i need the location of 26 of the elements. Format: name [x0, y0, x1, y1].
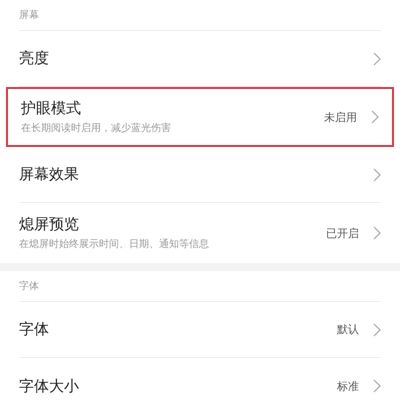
settings-row[interactable]: 屏幕效果 [19, 147, 381, 203]
chevron-icon [373, 52, 381, 66]
row-label: 护眼模式 [21, 99, 82, 118]
row-label: 字体 [19, 320, 50, 339]
row-label: 亮度 [19, 49, 50, 68]
settings-row[interactable]: 亮度 [19, 31, 381, 87]
chevron-icon [373, 379, 381, 393]
chevron-icon [373, 322, 381, 336]
chevron-icon [373, 226, 381, 240]
row-description: 在长期阅读时启用，减少蓝光伤害 [21, 122, 172, 135]
row-description: 在熄屏时始终展示时间、日期、通知等信息 [19, 238, 210, 251]
settings-row[interactable]: 字体大小 标准 [19, 358, 381, 411]
row-value: 未启用 [324, 110, 357, 124]
row-value: 已开启 [326, 226, 359, 240]
section-header: 字体 [19, 280, 39, 293]
row-label: 屏幕效果 [19, 165, 80, 184]
chevron-icon [371, 110, 379, 124]
settings-row[interactable]: 护眼模式 在长期阅读时启用，减少蓝光伤害 未启用 [6, 87, 394, 147]
settings-row[interactable]: 熄屏预览 在熄屏时始终展示时间、日期、通知等信息 已开启 [19, 203, 381, 263]
row-value: 标准 [337, 378, 359, 394]
row-value: 默认 [337, 322, 359, 337]
chevron-icon [373, 168, 381, 182]
section-header: 屏幕 [19, 8, 39, 22]
row-label: 熄屏预览 [19, 215, 80, 234]
row-label: 字体大小 [19, 376, 80, 396]
settings-row[interactable]: 字体 默认 [19, 302, 381, 358]
